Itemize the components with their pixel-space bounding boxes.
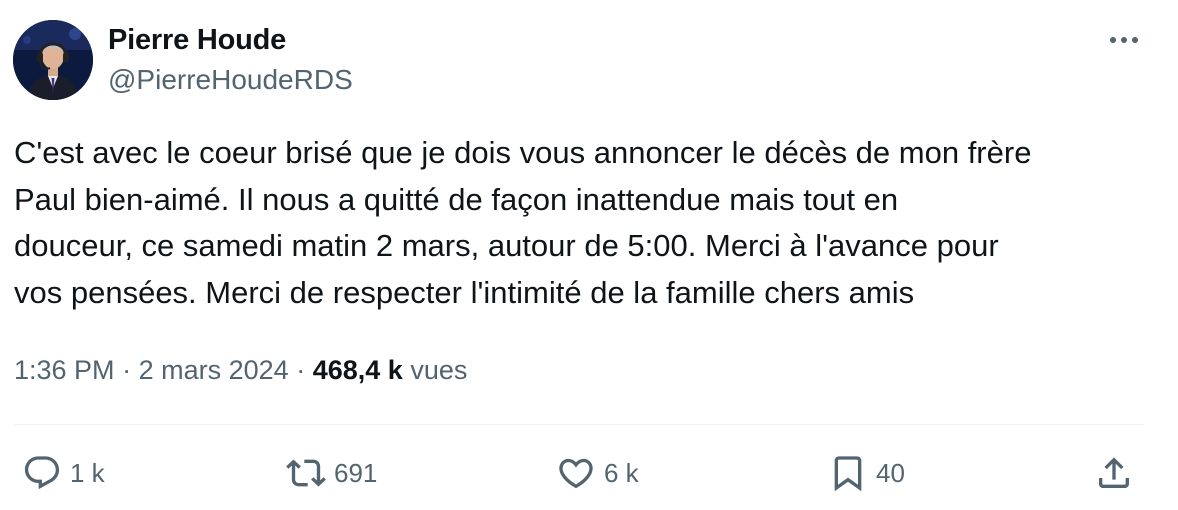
divider: [14, 424, 1144, 425]
author-handle[interactable]: @PierreHoudeRDS: [108, 64, 353, 96]
views-label: vues: [410, 355, 468, 385]
share-button[interactable]: [1094, 452, 1134, 494]
meta-separator: ·: [296, 355, 306, 385]
avatar-image: [13, 20, 93, 100]
share-icon: [1099, 457, 1129, 488]
tweet-text-line: Paul bien-aimé. Il nous a quitté de faço…: [14, 181, 899, 217]
tweet-text: C'est avec le coeur brisé que je dois vo…: [14, 130, 1164, 316]
tweet-time[interactable]: 1:36 PM: [14, 355, 115, 385]
meta-separator: ·: [122, 355, 132, 385]
more-button[interactable]: [1100, 20, 1148, 60]
reply-icon: [24, 456, 60, 490]
repost-icon: [286, 459, 326, 487]
views-count: 468,4 k: [312, 355, 403, 385]
like-count: 6 k: [604, 457, 639, 488]
tweet-date[interactable]: 2 mars 2024: [139, 355, 289, 385]
bookmark-button[interactable]: 40: [828, 452, 905, 494]
heart-icon: [559, 458, 593, 489]
repost-count: 691: [334, 457, 378, 488]
avatar[interactable]: [13, 20, 93, 100]
reply-button[interactable]: 1 k: [22, 452, 105, 494]
reply-count: 1 k: [70, 457, 105, 488]
repost-button[interactable]: 691: [286, 452, 377, 494]
tweet-text-line: douceur, ce samedi matin 2 mars, autour …: [14, 228, 999, 263]
tweet-text-line: C'est avec le coeur brisé que je dois vo…: [14, 135, 1032, 170]
tweet-text-line: vos pensées. Merci de respecter l'intimi…: [14, 274, 915, 310]
tweet-meta: 1:36 PM · 2 mars 2024 · 468,4 k vues: [14, 355, 467, 386]
like-button[interactable]: 6 k: [556, 452, 639, 494]
more-icon: [1110, 37, 1138, 43]
tweet-card: Pierre Houde @PierreHoudeRDS C'est avec …: [0, 0, 1178, 510]
bookmark-icon: [834, 456, 862, 492]
bookmark-count: 40: [876, 457, 905, 488]
author-display-name[interactable]: Pierre Houde: [108, 24, 286, 57]
